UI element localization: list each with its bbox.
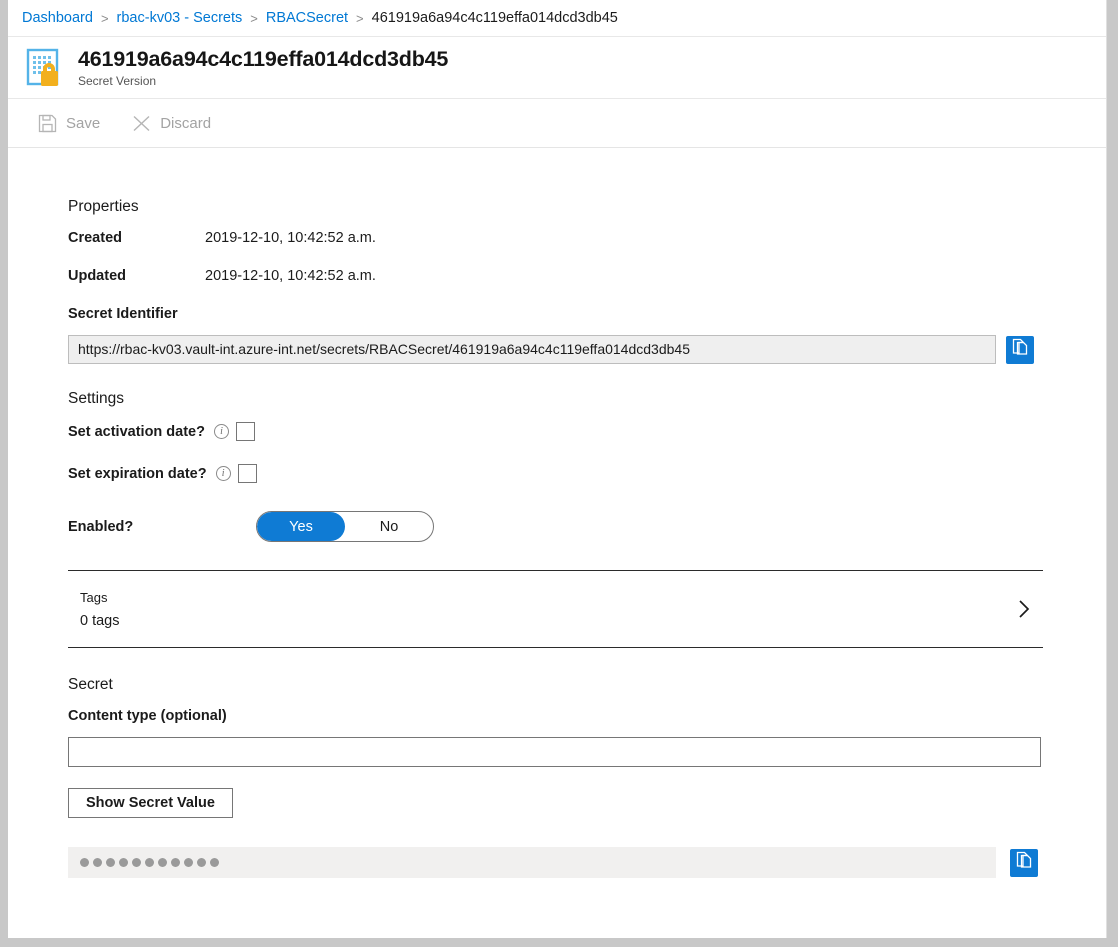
set-activation-date-row: Set activation date? i: [68, 422, 1043, 441]
breadcrumb-item-secret[interactable]: RBACSecret: [266, 10, 348, 26]
tags-text-wrap: Tags 0 tags: [68, 590, 1017, 629]
save-floppy-icon: [38, 114, 57, 133]
close-x-icon: [132, 114, 151, 133]
breadcrumb-item-version: 461919a6a94c4c119effa014dcd3db45: [371, 10, 618, 26]
blade-title-bar: 461919a6a94c4c119effa014dcd3db45 Secret …: [8, 37, 1106, 99]
properties-heading: Properties: [68, 198, 139, 215]
masked-dot: [210, 858, 219, 867]
set-expiration-date-label: Set expiration date?: [68, 465, 207, 482]
info-icon[interactable]: i: [213, 424, 229, 439]
secret-version-icon: [24, 47, 68, 89]
secret-identifier-label: Secret Identifier: [68, 306, 178, 322]
breadcrumb: Dashboard > rbac-kv03 - Secrets > RBACSe…: [8, 0, 1106, 37]
created-label: Created: [68, 230, 122, 246]
breadcrumb-separator: >: [100, 10, 109, 26]
content-type-label: Content type (optional): [68, 708, 227, 724]
breadcrumb-item-dashboard[interactable]: Dashboard: [22, 10, 93, 26]
secret-identifier-row: https://rbac-kv03.vault-int.azure-int.ne…: [68, 335, 1043, 364]
masked-dot: [80, 858, 89, 867]
content-type-input[interactable]: [68, 737, 1041, 767]
copy-icon: [1011, 338, 1029, 361]
info-icon[interactable]: i: [215, 466, 231, 481]
masked-dot: [145, 858, 154, 867]
secret-value-masked-field[interactable]: [68, 847, 996, 878]
masked-dot: [132, 858, 141, 867]
created-value: 2019-12-10, 10:42:52 a.m.: [205, 230, 376, 246]
enabled-toggle-no[interactable]: No: [345, 512, 433, 541]
tags-title: Tags: [80, 589, 108, 605]
tags-count: 0 tags: [80, 612, 120, 629]
discard-button[interactable]: Discard: [124, 106, 219, 140]
enabled-row: Enabled? Yes No: [68, 511, 1043, 542]
vertical-scrollbar[interactable]: [1107, 0, 1118, 947]
set-activation-date-checkbox[interactable]: [235, 422, 255, 441]
property-row-created: Created 2019-12-10, 10:42:52 a.m.: [68, 230, 1043, 246]
save-button[interactable]: Save: [30, 106, 108, 140]
set-activation-date-label: Set activation date?: [68, 423, 205, 440]
breadcrumb-separator: >: [250, 10, 258, 26]
chevron-right-icon[interactable]: [1017, 598, 1031, 620]
masked-dots: [80, 858, 223, 867]
masked-dot: [93, 858, 102, 867]
copy-icon: [1015, 851, 1033, 874]
masked-dot: [197, 858, 206, 867]
blade-content: Properties Created 2019-12-10, 10:42:52 …: [8, 148, 1106, 938]
portal-blade: Dashboard > rbac-kv03 - Secrets > RBACSe…: [8, 0, 1107, 938]
discard-button-label: Discard: [160, 114, 212, 132]
masked-dot: [184, 858, 193, 867]
masked-dot: [106, 858, 115, 867]
set-expiration-date-row: Set expiration date? i: [68, 464, 1043, 483]
breadcrumb-item-vault-secrets[interactable]: rbac-kv03 - Secrets: [117, 10, 243, 26]
enabled-toggle-yes[interactable]: Yes: [257, 512, 345, 541]
show-secret-value-button[interactable]: Show Secret Value: [68, 788, 233, 818]
breadcrumb-separator: >: [356, 10, 364, 26]
masked-dot: [158, 858, 167, 867]
save-button-label: Save: [66, 114, 101, 132]
copy-secret-identifier-button[interactable]: [1006, 335, 1034, 364]
secret-value-row: [68, 847, 1043, 878]
copy-secret-value-button[interactable]: [1010, 848, 1038, 877]
enabled-toggle[interactable]: Yes No: [256, 511, 434, 542]
secret-identifier-input[interactable]: https://rbac-kv03.vault-int.azure-int.ne…: [68, 335, 996, 364]
page-title: 461919a6a94c4c119effa014dcd3db45: [78, 47, 449, 71]
tags-section[interactable]: Tags 0 tags: [68, 570, 1043, 648]
settings-heading: Settings: [68, 390, 125, 407]
updated-label: Updated: [68, 268, 126, 284]
updated-value: 2019-12-10, 10:42:52 a.m.: [205, 268, 376, 284]
page-subtitle: Secret Version: [78, 74, 157, 88]
masked-dot: [171, 858, 180, 867]
command-bar: Save Discard: [8, 99, 1106, 148]
masked-dot: [119, 858, 128, 867]
property-row-updated: Updated 2019-12-10, 10:42:52 a.m.: [68, 268, 1043, 284]
set-expiration-date-checkbox[interactable]: [237, 464, 257, 483]
secret-heading: Secret: [68, 676, 113, 693]
enabled-label: Enabled?: [68, 518, 134, 535]
